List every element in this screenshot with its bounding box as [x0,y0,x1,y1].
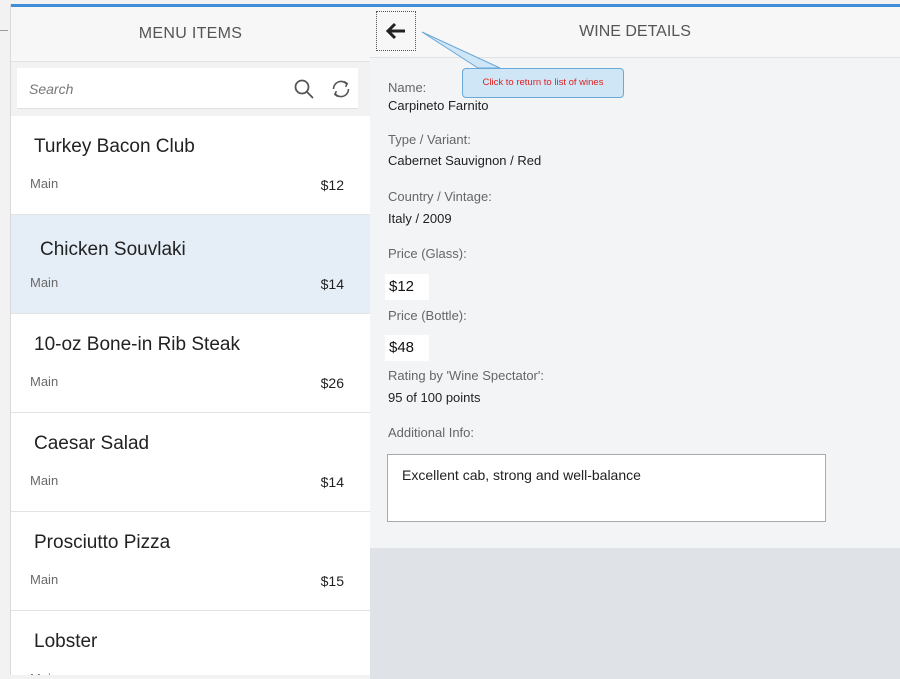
refresh-icon[interactable] [329,77,353,101]
item-price: $26 [320,375,344,391]
search-icon[interactable] [293,78,315,100]
search-box [17,68,358,109]
left-edge-line [0,30,8,31]
back-tooltip-callout: Click to return to list of wines [462,68,624,98]
menu-header: MENU ITEMS [11,7,370,62]
rating-label: Rating by 'Wine Spectator': [388,368,544,383]
item-title: 10-oz Bone-in Rib Steak [34,334,240,355]
country-value: Italy / 2009 [388,211,452,226]
item-category: Main [30,275,59,290]
item-category: Main [30,572,59,587]
menu-title: MENU ITEMS [138,25,243,42]
item-price: $28 [321,672,344,675]
type-value: Cabernet Sauvignon / Red [388,153,542,168]
bottle-price-value: $48 [385,335,429,361]
menu-list: Turkey Bacon Club Main $12 Chicken Souvlaki… [11,116,370,675]
item-price: $15 [320,573,344,589]
back-button[interactable] [376,11,416,51]
item-title: Chicken Souvlaki [40,239,186,260]
item-price: $14 [320,276,344,292]
item-title: Caesar Salad [34,433,150,454]
arrow-left-icon [385,22,405,40]
item-category: Main [30,374,59,389]
list-item[interactable]: Turkey Bacon Club Main $12 [11,116,370,215]
item-category: Main [30,671,58,675]
item-price: $12 [320,177,344,193]
list-item[interactable]: Prosciutto Pizza Main $15 [11,512,370,611]
wine-detail-form: Name: Carpineto Farnito Type / Variant: … [370,58,900,548]
item-category: Main [30,176,59,191]
list-item[interactable]: Caesar Salad Main $14 [11,413,370,512]
list-item[interactable]: Chicken Souvlaki Main $14 [11,215,370,314]
rating-value: 95 of 100 points [388,390,481,405]
info-label: Additional Info: [388,425,475,440]
item-price: $14 [320,474,344,490]
list-item[interactable]: 10-oz Bone-in Rib Steak Main $26 [11,314,370,413]
item-title: Turkey Bacon Club [34,136,195,157]
additional-info-box[interactable]: Excellent cab, strong and well-balance [387,454,826,522]
glass-price-value: $12 [385,274,429,300]
type-label: Type / Variant: [388,132,471,147]
search-input[interactable] [27,76,271,102]
details-empty-area [370,548,900,679]
item-title: Lobster [34,631,98,652]
item-category: Main [30,473,59,488]
country-label: Country / Vintage: [388,189,492,204]
menu-items-pane: MENU ITEMS Turkey Bacon Club Main $12 Chick… [10,4,371,675]
search-bar [11,62,370,116]
item-title: Prosciutto Pizza [34,532,171,553]
glass-price-label: Price (Glass): [388,246,467,261]
bottle-price-label: Price (Bottle): [388,308,467,323]
list-item[interactable]: Lobster Main $28 [11,611,370,675]
